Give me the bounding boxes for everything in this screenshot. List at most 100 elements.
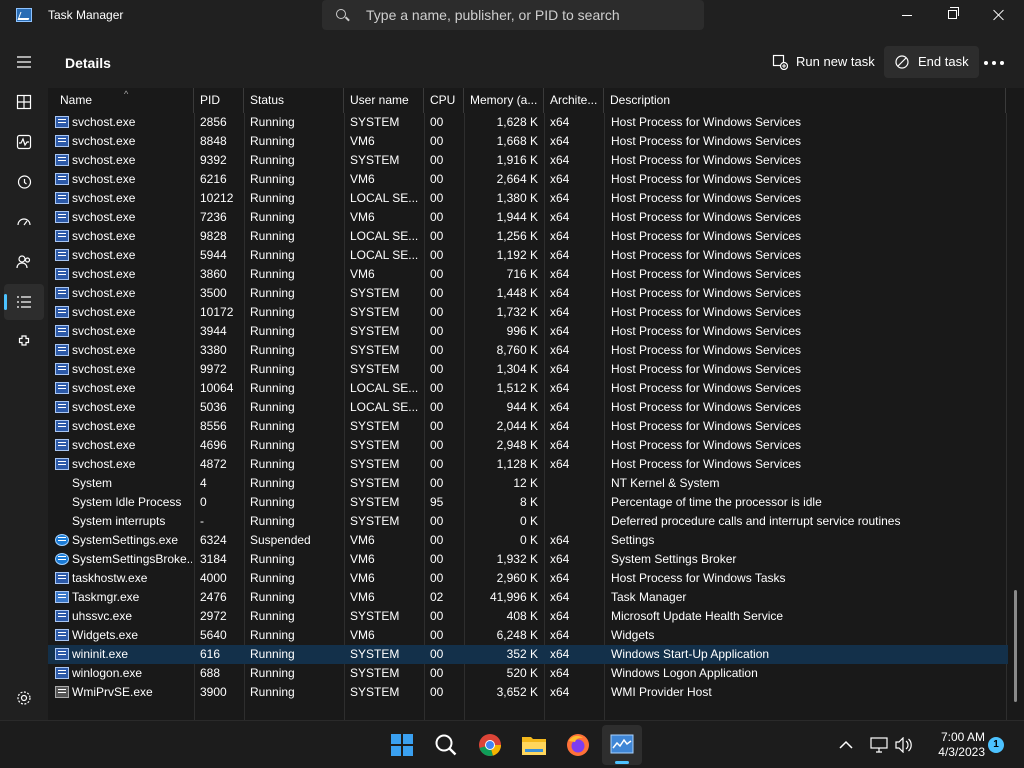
hamburger-menu-button[interactable] [4, 44, 44, 80]
service-process-icon [55, 116, 69, 128]
table-row[interactable]: System interrupts - Running SYSTEM 00 0 K Defe… [48, 512, 1008, 531]
column-header-user-name[interactable]: User name [344, 88, 424, 113]
cell-mem: 1,916 K [496, 153, 538, 167]
hamburger-menu-icon [17, 56, 31, 68]
search-box[interactable] [322, 0, 704, 30]
table-row[interactable]: taskhostw.exe 4000 Running VM6 00 2,960 K x64 H… [48, 569, 1008, 588]
taskbar-firefox-button[interactable] [558, 725, 598, 765]
cell-status: Running [250, 628, 295, 642]
cell-desc: WMI Provider Host [611, 685, 712, 699]
table-row[interactable]: Widgets.exe 5640 Running VM6 00 6,248 K x64 Wid… [48, 626, 1008, 645]
table-row[interactable]: svchost.exe 5036 Running LOCAL SE... 00 944 K… [48, 398, 1008, 417]
table-row[interactable]: svchost.exe 10064 Running LOCAL SE... 00 1,51… [48, 379, 1008, 398]
cell-mem: 12 K [513, 476, 538, 490]
start-button[interactable] [382, 725, 422, 765]
more-options-button[interactable] [978, 48, 1014, 76]
service-process-icon [55, 401, 69, 413]
table-row[interactable]: svchost.exe 6216 Running VM6 00 2,664 K x64 Hos… [48, 170, 1008, 189]
cell-name: svchost.exe [72, 324, 136, 338]
cell-name: svchost.exe [72, 191, 136, 205]
network-button[interactable] [868, 735, 890, 755]
table-row[interactable]: svchost.exe 3860 Running VM6 00 716 K x64 Host … [48, 265, 1008, 284]
cell-arch: x64 [550, 134, 570, 148]
taskbar-chrome-button[interactable] [470, 725, 510, 765]
table-row[interactable]: svchost.exe 3380 Running SYSTEM 00 8,760 K x64… [48, 341, 1008, 360]
table-row[interactable]: Taskmgr.exe 2476 Running VM6 02 41,996 K x64 Ta… [48, 588, 1008, 607]
cell-user: SYSTEM [350, 666, 400, 680]
clock[interactable]: 7:00 AM 4/3/2023 [925, 730, 985, 760]
volume-button[interactable] [893, 735, 915, 755]
cell-status: Running [250, 153, 295, 167]
table-row[interactable]: svchost.exe 7236 Running VM6 00 1,944 K x64 Hos… [48, 208, 1008, 227]
cell-pid: 5944 [200, 248, 227, 262]
start-icon [391, 734, 413, 756]
table-row[interactable]: svchost.exe 5944 Running LOCAL SE... 00 1,192… [48, 246, 1008, 265]
taskbar-task-manager-button[interactable] [602, 725, 642, 765]
sidebar-item-app-history[interactable] [4, 164, 44, 200]
sidebar-item-performance[interactable] [4, 124, 44, 160]
cell-pid: 4872 [200, 457, 227, 471]
end-task-button[interactable]: End task [884, 46, 979, 78]
column-header-pid[interactable]: PID [194, 88, 244, 113]
taskbar-search-button[interactable] [426, 725, 466, 765]
cell-mem: 8,760 K [496, 343, 538, 357]
sidebar-item-details[interactable] [4, 284, 44, 320]
minimize-button[interactable] [884, 0, 930, 30]
cell-name: svchost.exe [72, 343, 136, 357]
cell-mem: 1,380 K [496, 191, 538, 205]
cell-arch [550, 474, 600, 493]
table-row[interactable]: uhssvc.exe 2972 Running SYSTEM 00 408 K x64 Mic… [48, 607, 1008, 626]
cell-pid: 10064 [200, 381, 234, 395]
restore-button[interactable] [930, 0, 976, 30]
search-input[interactable] [366, 6, 686, 24]
cell-status: Running [250, 552, 295, 566]
cell-mem: 1,304 K [496, 362, 538, 376]
table-row[interactable]: System Idle Process 0 Running SYSTEM 95 8 K Pe… [48, 493, 1008, 512]
cell-mem: 716 K [506, 267, 538, 281]
table-row[interactable]: SystemSettings.exe 6324 Suspended VM6 00 0 K x… [48, 531, 1008, 550]
table-row[interactable]: svchost.exe 10172 Running SYSTEM 00 1,732 K x6… [48, 303, 1008, 322]
cell-arch: x64 [550, 533, 570, 547]
sidebar-item-processes[interactable] [4, 84, 44, 120]
cell-pid: 6216 [200, 172, 227, 186]
notification-badge[interactable]: 1 [988, 737, 1004, 753]
column-header-status[interactable]: Status [244, 88, 344, 113]
table-row[interactable]: svchost.exe 9972 Running SYSTEM 00 1,304 K x64… [48, 360, 1008, 379]
table-row[interactable]: svchost.exe 9828 Running LOCAL SE... 00 1,256… [48, 227, 1008, 246]
table-row[interactable]: svchost.exe 8556 Running SYSTEM 00 2,044 K x64… [48, 417, 1008, 436]
column-header-cpu[interactable]: CPU [424, 88, 464, 113]
table-row[interactable]: svchost.exe 2856 Running SYSTEM 00 1,628 K x64… [48, 113, 1008, 132]
table-row[interactable]: svchost.exe 10212 Running LOCAL SE... 00 1,38… [48, 189, 1008, 208]
show-hidden-icons-button[interactable] [836, 735, 856, 755]
table-row[interactable]: WmiPrvSE.exe 3900 Running SYSTEM 00 3,652 K x6… [48, 683, 1008, 702]
table-row[interactable]: svchost.exe 4872 Running SYSTEM 00 1,128 K x64… [48, 455, 1008, 474]
sidebar-item-services[interactable] [4, 324, 44, 360]
cell-desc: Host Process for Windows Tasks [611, 571, 786, 585]
run-new-task-button[interactable]: Run new task [762, 46, 885, 78]
table-row[interactable]: System 4 Running SYSTEM 00 12 K NT Kernel & Sy… [48, 474, 1008, 493]
settings-button[interactable] [4, 680, 44, 716]
taskbar-file-explorer-button[interactable] [514, 725, 554, 765]
task-manager-icon [16, 8, 32, 22]
vertical-scrollbar[interactable] [1014, 590, 1017, 702]
table-row[interactable]: svchost.exe 8848 Running VM6 00 1,668 K x64 Hos… [48, 132, 1008, 151]
cell-mem: 996 K [506, 324, 538, 338]
cell-user: VM6 [350, 267, 375, 281]
column-header-description[interactable]: Description [604, 88, 1006, 113]
table-row[interactable]: wininit.exe 616 Running SYSTEM 00 352 K x64 Win… [48, 645, 1008, 664]
column-header-architecture[interactable]: Archite... [544, 88, 604, 113]
table-row[interactable]: svchost.exe 4696 Running SYSTEM 00 2,948 K x64… [48, 436, 1008, 455]
table-row[interactable]: svchost.exe 3500 Running SYSTEM 00 1,448 K x64… [48, 284, 1008, 303]
cell-user: SYSTEM [350, 343, 400, 357]
sidebar-item-users[interactable] [4, 244, 44, 280]
table-row[interactable]: svchost.exe 9392 Running SYSTEM 00 1,916 K x64… [48, 151, 1008, 170]
close-button[interactable] [976, 0, 1022, 30]
column-header-name[interactable]: ^ Name [54, 88, 194, 113]
service-process-icon [55, 192, 69, 204]
table-row[interactable]: svchost.exe 3944 Running SYSTEM 00 996 K x64 Ho… [48, 322, 1008, 341]
column-header-memory[interactable]: Memory (a... [464, 88, 544, 113]
table-row[interactable]: SystemSettingsBroke... 3184 Running VM6 00 1,… [48, 550, 1008, 569]
sidebar-item-startup-apps[interactable] [4, 204, 44, 240]
table-row[interactable]: winlogon.exe 688 Running SYSTEM 00 520 K x64 Wi… [48, 664, 1008, 683]
cell-name: svchost.exe [72, 438, 136, 452]
